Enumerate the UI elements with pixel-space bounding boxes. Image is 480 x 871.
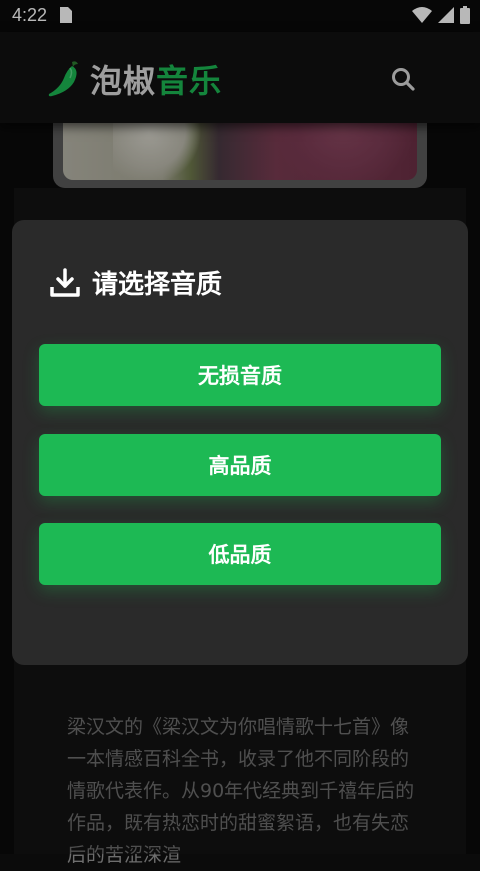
lossless-quality-button[interactable]: 无损音质	[39, 344, 441, 406]
download-icon	[50, 267, 80, 297]
dialog-header: 请选择音质	[50, 264, 222, 301]
high-quality-button[interactable]: 高品质	[39, 434, 441, 496]
quality-select-dialog: 请选择音质 无损音质 高品质 低品质	[12, 220, 468, 665]
dialog-title: 请选择音质	[92, 270, 223, 300]
low-quality-button[interactable]: 低品质	[39, 523, 441, 585]
